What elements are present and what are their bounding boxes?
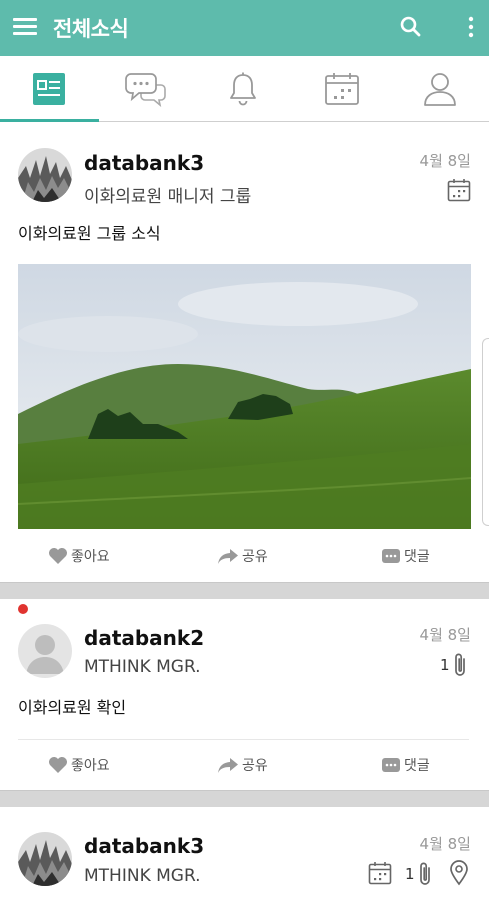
share-button[interactable]: 공유 bbox=[217, 750, 268, 780]
paperclip-icon bbox=[455, 653, 465, 676]
post-body: 이화의료원 그룹 소식 bbox=[18, 224, 161, 243]
side-drawer-handle[interactable] bbox=[482, 338, 489, 526]
post-group: 이화의료원 매니저 그룹 bbox=[84, 187, 252, 207]
action-divider bbox=[18, 739, 469, 740]
tab-chat[interactable] bbox=[97, 56, 194, 122]
heart-icon bbox=[49, 757, 67, 773]
search-icon[interactable] bbox=[396, 12, 426, 42]
hamburger-menu-icon[interactable] bbox=[12, 14, 38, 40]
default-avatar-icon bbox=[26, 635, 64, 674]
post-image[interactable] bbox=[18, 264, 471, 529]
post-author[interactable]: databank3 bbox=[84, 834, 204, 858]
paperclip-icon bbox=[420, 862, 430, 885]
calendar-icon bbox=[324, 73, 359, 105]
avatar[interactable] bbox=[18, 148, 72, 202]
avatar[interactable] bbox=[18, 624, 72, 678]
tab-profile[interactable] bbox=[391, 56, 488, 122]
calendar-icon bbox=[447, 179, 471, 202]
comment-icon bbox=[382, 758, 400, 772]
post-group: MTHINK MGR. bbox=[84, 657, 201, 677]
card-separator bbox=[0, 791, 489, 807]
heart-icon bbox=[49, 548, 67, 564]
active-tab-indicator bbox=[0, 119, 99, 122]
tab-feed[interactable] bbox=[0, 56, 97, 122]
attachment-count: 1 bbox=[405, 865, 415, 883]
tab-bar bbox=[0, 56, 489, 122]
post-body: 이화의료원 확인 bbox=[18, 698, 127, 717]
news-feed-icon bbox=[32, 73, 65, 105]
like-label: 좋아요 bbox=[71, 549, 110, 565]
page-title: 전체소식 bbox=[53, 17, 129, 41]
unread-indicator bbox=[18, 604, 28, 614]
share-arrow-icon bbox=[218, 549, 238, 564]
like-button[interactable]: 좋아요 bbox=[48, 750, 110, 780]
post-author[interactable]: databank2 bbox=[84, 626, 204, 650]
calendar-icon bbox=[368, 862, 392, 885]
like-button[interactable]: 좋아요 bbox=[48, 541, 110, 571]
share-label: 공유 bbox=[242, 758, 268, 774]
comment-button[interactable]: 댓글 bbox=[381, 750, 430, 780]
share-button[interactable]: 공유 bbox=[217, 541, 268, 571]
post-group: MTHINK MGR. bbox=[84, 866, 201, 886]
comment-icon bbox=[382, 549, 400, 563]
more-vert-icon[interactable] bbox=[458, 12, 484, 42]
app-bar: 전체소식 bbox=[0, 0, 489, 56]
share-label: 공유 bbox=[242, 549, 268, 565]
chat-bubbles-icon bbox=[124, 73, 166, 107]
location-pin-icon bbox=[450, 860, 468, 886]
card-separator bbox=[0, 583, 489, 599]
tab-calendar[interactable] bbox=[293, 56, 390, 122]
tab-notifications[interactable] bbox=[194, 56, 291, 122]
bell-icon bbox=[229, 72, 256, 106]
comment-button[interactable]: 댓글 bbox=[381, 541, 430, 571]
person-icon bbox=[423, 73, 456, 106]
avatar[interactable] bbox=[18, 832, 72, 886]
post-date: 4월 8일 bbox=[419, 152, 471, 170]
post-date: 4월 8일 bbox=[419, 835, 471, 853]
attachment-count: 1 bbox=[440, 656, 450, 674]
comment-label: 댓글 bbox=[404, 549, 430, 565]
like-label: 좋아요 bbox=[71, 758, 110, 774]
share-arrow-icon bbox=[218, 758, 238, 773]
post-date: 4월 8일 bbox=[419, 626, 471, 644]
comment-label: 댓글 bbox=[404, 758, 430, 774]
post-author[interactable]: databank3 bbox=[84, 151, 204, 175]
